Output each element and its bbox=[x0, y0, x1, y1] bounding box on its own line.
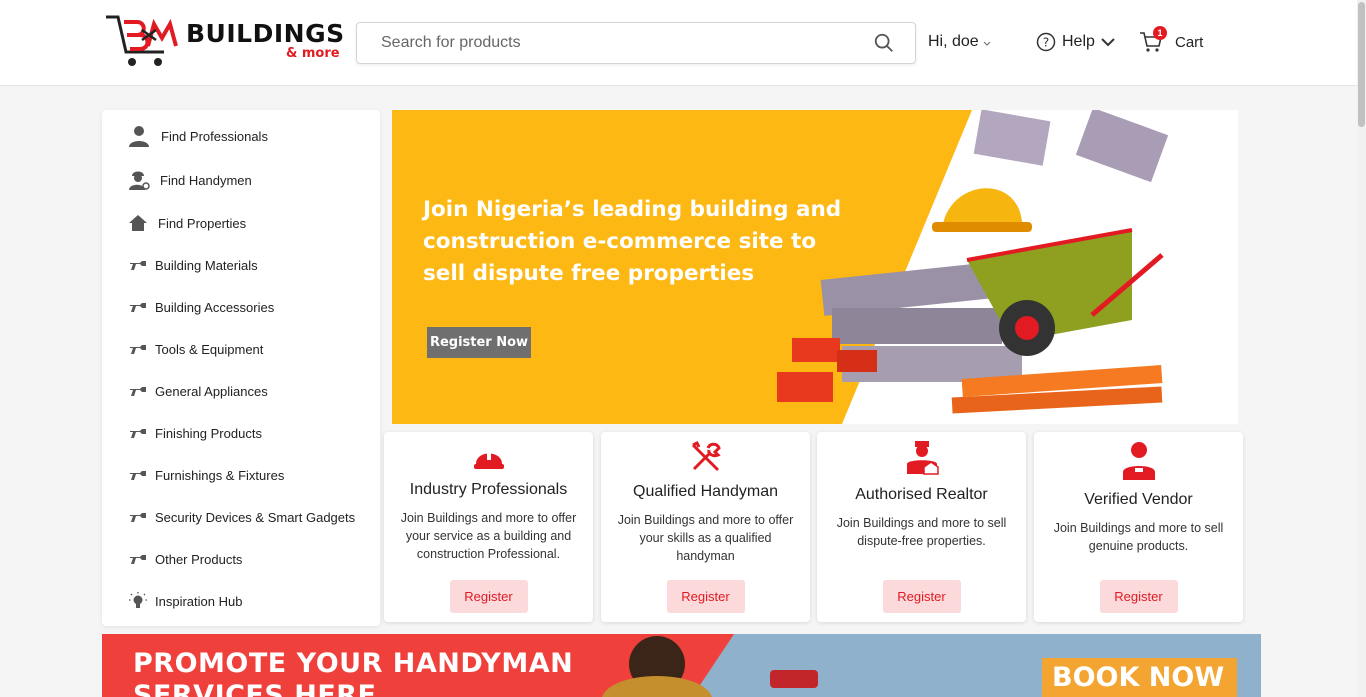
cart-count-badge: 1 bbox=[1153, 26, 1167, 40]
card-qualified-handyman: Qualified Handyman Join Buildings and mo… bbox=[601, 432, 810, 622]
logo-wordmark: BUILDINGS bbox=[186, 19, 345, 48]
sidebar-item-label: Find Handymen bbox=[160, 172, 252, 188]
tool-icon bbox=[128, 510, 152, 524]
sidebar-item-inspiration-hub[interactable]: Inspiration Hub bbox=[102, 581, 380, 621]
register-button[interactable]: Register bbox=[882, 580, 961, 613]
tools-icon bbox=[601, 440, 810, 474]
sidebar-item-building-materials[interactable]: Building Materials bbox=[102, 245, 380, 285]
search-input[interactable] bbox=[357, 23, 857, 63]
logo-subtext: & more bbox=[286, 46, 340, 61]
sidebar-item-general-appliances[interactable]: General Appliances bbox=[102, 371, 380, 411]
tool-icon bbox=[128, 552, 152, 566]
sidebar-item-building-accessories[interactable]: Building Accessories bbox=[102, 287, 380, 327]
tool-icon bbox=[128, 468, 152, 482]
hero-banner: Join Nigeria’s leading building and cons… bbox=[392, 110, 1238, 424]
book-now-button[interactable]: BOOK NOW bbox=[1052, 662, 1224, 693]
card-industry-professionals: Industry Professionals Join Buildings an… bbox=[384, 432, 593, 622]
sidebar-item-tools-equipment[interactable]: Tools & Equipment bbox=[102, 329, 380, 369]
sidebar-item-find-properties[interactable]: Find Properties bbox=[102, 203, 380, 243]
category-sidebar: Find Professionals Find Handymen Find Pr… bbox=[102, 110, 380, 626]
help-icon: ? bbox=[1036, 32, 1056, 52]
sidebar-item-find-professionals[interactable]: Find Professionals bbox=[102, 116, 380, 156]
greeting-text: Hi, doe bbox=[928, 33, 979, 50]
card-description: Join Buildings and more to offer your sk… bbox=[617, 513, 794, 563]
tool-icon bbox=[128, 342, 152, 356]
sidebar-item-label: General Appliances bbox=[155, 383, 268, 399]
scrollbar-thumb[interactable] bbox=[1358, 2, 1365, 127]
vendor-icon bbox=[1034, 440, 1243, 480]
sidebar-item-label: Building Materials bbox=[155, 257, 258, 273]
card-description: Join Buildings and more to sell dispute-… bbox=[836, 516, 1007, 548]
promo-headline-line2: SERVICES HERE bbox=[133, 680, 377, 697]
search-box bbox=[356, 22, 916, 64]
card-title: Qualified Handyman bbox=[633, 483, 778, 500]
cart-icon: 1 bbox=[1139, 26, 1167, 54]
handyman-icon bbox=[128, 169, 152, 191]
sidebar-item-label: Other Products bbox=[155, 551, 243, 567]
hard-hat-icon bbox=[384, 444, 593, 470]
tool-icon bbox=[128, 426, 152, 440]
sidebar-item-finishing-products[interactable]: Finishing Products bbox=[102, 413, 380, 453]
sidebar-item-label: Find Professionals bbox=[161, 128, 268, 144]
tool-icon bbox=[128, 300, 152, 314]
sidebar-item-label: Furnishings & Fixtures bbox=[155, 467, 285, 483]
chevron-down-icon bbox=[983, 41, 991, 46]
card-title: Authorised Realtor bbox=[855, 486, 988, 503]
sidebar-item-other-products[interactable]: Other Products bbox=[102, 539, 380, 579]
logo[interactable]: BUILDINGS & more bbox=[104, 14, 344, 72]
sidebar-item-label: Tools & Equipment bbox=[155, 341, 264, 357]
promo-banner[interactable]: PROMOTE YOUR HANDYMAN SERVICES HERE BOOK… bbox=[102, 634, 1261, 697]
home-icon bbox=[128, 214, 152, 232]
register-button[interactable]: Register bbox=[666, 580, 745, 613]
sidebar-item-label: Building Accessories bbox=[155, 299, 275, 315]
card-title: Verified Vendor bbox=[1084, 491, 1193, 508]
help-label: Help bbox=[1062, 33, 1095, 50]
tool-icon bbox=[128, 384, 152, 398]
cart-button[interactable]: 1 Cart bbox=[1139, 26, 1204, 54]
sidebar-item-furnishings-fixtures[interactable]: Furnishings & Fixtures bbox=[102, 455, 380, 495]
logo-mark-icon bbox=[106, 15, 178, 66]
chevron-down-icon bbox=[1101, 38, 1115, 47]
help-menu[interactable]: ? Help bbox=[1036, 32, 1115, 52]
register-now-button[interactable]: Register Now bbox=[427, 327, 531, 358]
hero-headline: Join Nigeria’s leading building and cons… bbox=[423, 197, 842, 286]
card-authorised-realtor: Authorised Realtor Join Buildings and mo… bbox=[817, 432, 1026, 622]
tool-icon bbox=[128, 258, 152, 272]
promo-headline-line1: PROMOTE YOUR HANDYMAN bbox=[133, 648, 574, 679]
professional-icon bbox=[128, 124, 152, 148]
sidebar-item-label: Finishing Products bbox=[155, 425, 262, 441]
card-verified-vendor: Verified Vendor Join Buildings and more … bbox=[1034, 432, 1243, 622]
svg-text:?: ? bbox=[1043, 36, 1049, 50]
realtor-icon bbox=[817, 440, 1026, 476]
header: BUILDINGS & more Hi, doe ? Help bbox=[0, 0, 1366, 86]
sidebar-item-find-handymen[interactable]: Find Handymen bbox=[102, 160, 380, 200]
card-title: Industry Professionals bbox=[409, 481, 568, 498]
sidebar-item-security-devices[interactable]: Security Devices & Smart Gadgets bbox=[102, 497, 380, 537]
scrollbar[interactable] bbox=[1357, 0, 1366, 697]
sidebar-item-label: Security Devices & Smart Gadgets bbox=[155, 509, 356, 525]
sidebar-item-label: Find Properties bbox=[158, 215, 247, 231]
card-description: Join Buildings and more to offer your se… bbox=[400, 511, 577, 561]
lightbulb-icon bbox=[128, 591, 152, 611]
sidebar-item-label: Inspiration Hub bbox=[155, 593, 243, 609]
cart-label: Cart bbox=[1175, 33, 1204, 51]
register-button[interactable]: Register bbox=[449, 580, 528, 613]
search-icon[interactable] bbox=[873, 32, 895, 54]
card-description: Join Buildings and more to sell genuine … bbox=[1053, 521, 1224, 553]
register-button[interactable]: Register bbox=[1099, 580, 1178, 613]
account-menu[interactable]: Hi, doe bbox=[928, 33, 991, 51]
